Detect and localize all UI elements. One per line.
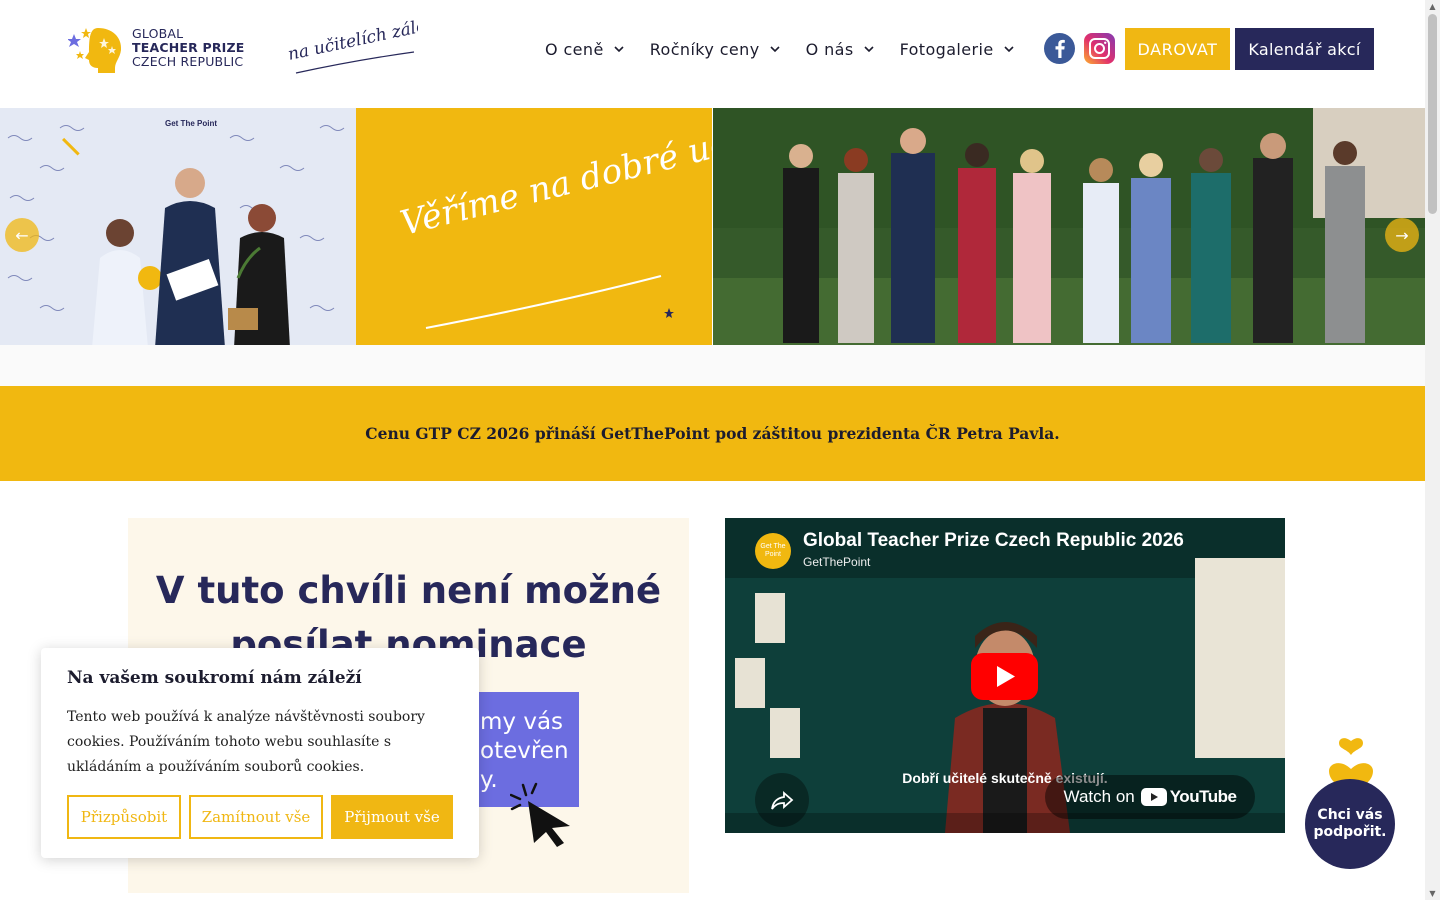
- hero-slide-laureates-photo: [713, 108, 1425, 345]
- scrollbar-thumb[interactable]: [1428, 14, 1437, 214]
- support-us-button[interactable]: Chci vás podpořit.: [1305, 779, 1395, 869]
- logo-text: GLOBAL TEACHER PRIZE CZECH REPUBLIC: [132, 27, 245, 69]
- logo-line2: TEACHER PRIZE: [132, 40, 245, 55]
- youtube-play-icon: [1140, 788, 1167, 806]
- scroll-up-icon[interactable]: ▲: [1428, 2, 1437, 11]
- youtube-logo: YouTube: [1140, 787, 1237, 807]
- watch-on-youtube-button[interactable]: Watch on YouTube: [1045, 775, 1255, 819]
- facebook-icon[interactable]: [1044, 33, 1075, 64]
- site-logo[interactable]: GLOBAL TEACHER PRIZE CZECH REPUBLIC: [68, 24, 258, 76]
- slogan-handwriting: na učitelích záleží!: [286, 18, 418, 74]
- nav-label: Fotogalerie: [899, 39, 994, 59]
- site-header: GLOBAL TEACHER PRIZE CZECH REPUBLIC na u…: [0, 0, 1425, 108]
- video-title[interactable]: Global Teacher Prize Czech Republic 2026: [803, 530, 1184, 552]
- nav-label: O ceně: [545, 39, 604, 59]
- logo-line3: CZECH REPUBLIC: [132, 54, 244, 69]
- cookie-text: Tento web používá k analýze návštěvnosti…: [67, 709, 425, 775]
- donate-button[interactable]: DAROVAT: [1125, 28, 1230, 70]
- play-button-icon[interactable]: [971, 653, 1038, 700]
- youtube-video-embed[interactable]: Get The Point Global Teacher Prize Czech…: [725, 518, 1285, 833]
- laureates-photo-illustration: [713, 108, 1425, 345]
- youtube-wordmark: YouTube: [1169, 787, 1237, 806]
- chevron-down-icon: [1004, 46, 1014, 53]
- nav-item-o-nas[interactable]: O nás: [806, 36, 874, 62]
- cookie-accept-all-button[interactable]: Přijmout vše: [331, 795, 453, 839]
- nav-item-fotogalerie[interactable]: Fotogalerie: [900, 36, 1014, 62]
- page-scrollbar[interactable]: ▲ ▼: [1425, 0, 1440, 900]
- cookie-reject-all-button[interactable]: Zamítnout vše: [189, 795, 323, 839]
- nav-label: Ročníky ceny: [649, 39, 760, 59]
- slogan-line1: na učitelích záleží!: [286, 18, 418, 65]
- decorative-band: [0, 345, 1425, 386]
- nav-label: O nás: [805, 39, 854, 59]
- support-line2: podpořit.: [1313, 824, 1387, 840]
- patronage-banner: Cenu GTP CZ 2026 přináší GetThePoint pod…: [0, 386, 1425, 481]
- chevron-down-icon: [614, 46, 624, 53]
- logo-head-icon: [68, 28, 122, 73]
- nav-item-o-cene[interactable]: O ceně: [545, 36, 624, 62]
- cookie-customize-button[interactable]: Přizpůsobit: [67, 795, 181, 839]
- card-cta-line1: my vás: [480, 709, 564, 735]
- nav-item-rocniky-ceny[interactable]: Ročníky ceny: [650, 36, 780, 62]
- click-cursor-icon: [510, 782, 570, 847]
- cookie-consent-dialog: Na vašem soukromí nám záleží Tento web p…: [41, 648, 479, 858]
- hero-carousel: Get The Point Věříme na dobré učitelky a…: [0, 108, 1425, 345]
- watch-on-label: Watch on: [1063, 787, 1135, 806]
- cookie-title: Na vašem soukromí nám záleží: [67, 668, 362, 688]
- logo-line1: GLOBAL: [132, 26, 184, 41]
- hero-slogan-text: Věříme na dobré učitelky a učitele!: [396, 108, 712, 244]
- hero-slide1-badge: Get The Point: [165, 119, 217, 128]
- scroll-down-icon[interactable]: ▼: [1428, 889, 1437, 898]
- video-channel-name[interactable]: GetThePoint: [803, 555, 870, 569]
- slogan-slide-art: Věříme na dobré učitelky a učitele!: [396, 108, 992, 329]
- event-calendar-button[interactable]: Kalendář akcí: [1235, 28, 1374, 70]
- banner-text: Cenu GTP CZ 2026 přináší GetThePoint pod…: [365, 424, 1060, 443]
- chevron-down-icon: [770, 46, 780, 53]
- carousel-next-arrow-icon[interactable]: →: [1385, 218, 1419, 252]
- main-nav: O ceně Ročníky ceny O nás Fotogalerie: [545, 36, 1040, 62]
- carousel-prev-arrow-icon[interactable]: ←: [5, 218, 39, 252]
- hero-slide-winners-photo: Get The Point: [0, 108, 356, 345]
- share-arrow-icon: [771, 791, 794, 810]
- support-line1: Chci vás: [1317, 807, 1383, 823]
- share-icon[interactable]: [755, 773, 809, 827]
- chevron-down-icon: [863, 46, 874, 53]
- instagram-icon[interactable]: [1084, 33, 1115, 64]
- card-cta-line2: otevřen: [480, 738, 569, 764]
- support-us-widget[interactable]: Chci vás podpořit.: [1305, 735, 1397, 871]
- winners-photo-illustration: Get The Point: [0, 108, 356, 345]
- channel-avatar[interactable]: Get The Point: [755, 533, 791, 569]
- page: GLOBAL TEACHER PRIZE CZECH REPUBLIC na u…: [0, 0, 1440, 900]
- hero-slide-slogan: Věříme na dobré učitelky a učitele!: [356, 108, 992, 345]
